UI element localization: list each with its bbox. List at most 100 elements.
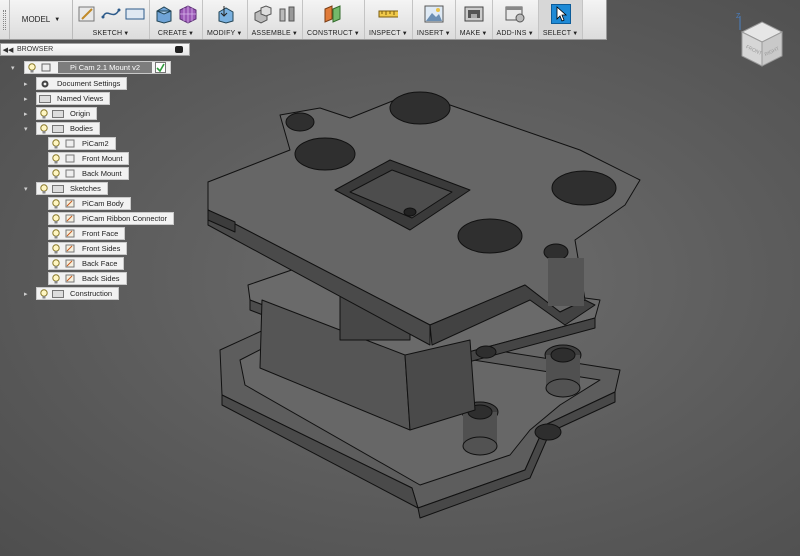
tree-item-label: Back Face: [82, 259, 118, 268]
group-label: MAKE: [459, 30, 481, 37]
view-cube[interactable]: Z FRONT RIGHT: [732, 10, 792, 72]
expand-arrow-icon[interactable]: ▾: [24, 125, 32, 133]
tree-item-sketch[interactable]: Back Face: [48, 257, 125, 270]
scripts-icon[interactable]: [505, 4, 525, 24]
group-label: CREATE: [157, 30, 187, 37]
browser-panel-header: ◀◀ BROWSER: [0, 43, 190, 56]
tree-item-label: Named Views: [57, 94, 104, 103]
lightbulb-icon[interactable]: [51, 273, 61, 284]
expand-arrow-icon[interactable]: ▾: [11, 64, 19, 72]
toolbar-group-make[interactable]: MAKE▼: [456, 0, 493, 39]
tree-item-origin[interactable]: ▸ Origin: [24, 107, 98, 120]
workspace-switcher[interactable]: MODEL ▼: [10, 0, 73, 39]
spline-icon[interactable]: [101, 4, 121, 24]
chevron-down-icon: ▼: [54, 16, 61, 23]
lightbulb-icon[interactable]: [39, 108, 49, 119]
folder-icon: [52, 184, 64, 193]
sketch-icon: [64, 214, 76, 223]
sketch-icon: [64, 199, 76, 208]
sketch-icon: [64, 259, 76, 268]
tree-item-label: Front Mount: [82, 154, 123, 163]
document-icon: [40, 63, 52, 72]
toolbar-group-add-ins[interactable]: ADD-INS▼: [493, 0, 539, 39]
expand-arrow-icon[interactable]: ▾: [24, 185, 32, 193]
tree-item-sketches[interactable]: ▾ Sketches: [24, 182, 108, 195]
lightbulb-icon[interactable]: [51, 243, 61, 254]
expand-arrow-icon[interactable]: ▸: [24, 290, 32, 298]
insert-image-icon[interactable]: [424, 4, 444, 24]
tree-item-label: Front Face: [82, 229, 119, 238]
tree-item-sketch[interactable]: Back Sides: [48, 272, 127, 285]
toolbar-group-inspect[interactable]: INSPECT▼: [365, 0, 413, 39]
lightbulb-icon[interactable]: [51, 198, 61, 209]
tree-item-front-mount[interactable]: Front Mount: [48, 152, 130, 165]
toolbar-group-select[interactable]: SELECT▼: [538, 0, 584, 39]
new-component-icon[interactable]: [253, 4, 273, 24]
create-sketch-icon[interactable]: [77, 4, 97, 24]
3d-print-icon[interactable]: [464, 4, 484, 24]
tree-root[interactable]: ▾ Pi Cam 2.1 Mount v2: [11, 61, 172, 74]
tree-item-label: Bodies: [70, 124, 93, 133]
press-pull-icon[interactable]: [215, 4, 235, 24]
joint-icon[interactable]: [277, 4, 297, 24]
folder-icon: [39, 94, 51, 103]
group-label: INSPECT: [368, 30, 401, 37]
pin-icon[interactable]: [175, 46, 183, 53]
folder-icon: [52, 289, 64, 298]
offset-plane-icon[interactable]: [323, 4, 343, 24]
select-cursor-icon[interactable]: [550, 4, 571, 24]
toolbar-group-sketch[interactable]: SKETCH▼: [73, 0, 150, 39]
form-icon[interactable]: [178, 4, 198, 24]
tree-item-label: Origin: [70, 109, 91, 118]
tree-item-label: Front Sides: [82, 244, 121, 253]
collapse-panel-icon[interactable]: ◀◀: [1, 46, 15, 54]
lightbulb-icon[interactable]: [27, 62, 37, 73]
rectangle-icon[interactable]: [125, 4, 145, 24]
tree-item-label: PiCam2: [82, 139, 109, 148]
tree-item-back-mount[interactable]: Back Mount: [48, 167, 129, 180]
main-toolbar: MODEL ▼ SKETCH▼ CREATE▼ MODIFY▼ ASSEMBLE…: [0, 0, 607, 40]
toolbar-group-modify[interactable]: MODIFY▼: [203, 0, 248, 39]
lightbulb-icon[interactable]: [51, 258, 61, 269]
activate-check-icon[interactable]: [155, 62, 167, 73]
tree-item-label: Construction: [70, 289, 113, 298]
tree-item-label: Document Settings: [57, 79, 121, 88]
toolbar-group-create[interactable]: CREATE▼: [150, 0, 203, 39]
tree-item-named-views[interactable]: ▸ Named Views: [24, 92, 111, 105]
lightbulb-icon[interactable]: [39, 183, 49, 194]
lightbulb-icon[interactable]: [51, 213, 61, 224]
tree-item-label: Sketches: [70, 184, 101, 193]
lightbulb-icon[interactable]: [39, 288, 49, 299]
tree-item-sketch[interactable]: Front Sides: [48, 242, 128, 255]
root-component-name: Pi Cam 2.1 Mount v2: [58, 62, 153, 73]
toolbar-grip[interactable]: [0, 0, 10, 39]
tree-item-sketch[interactable]: Front Face: [48, 227, 126, 240]
tree-item-picam2[interactable]: PiCam2: [48, 137, 116, 150]
tree-item-sketch[interactable]: PiCam Body: [48, 197, 131, 210]
group-label: MODIFY: [207, 30, 236, 37]
toolbar-group-construct[interactable]: CONSTRUCT▼: [303, 0, 365, 39]
lightbulb-icon[interactable]: [39, 123, 49, 134]
expand-arrow-icon[interactable]: ▸: [24, 80, 32, 88]
toolbar-group-assemble[interactable]: ASSEMBLE▼: [248, 0, 304, 39]
expand-arrow-icon[interactable]: ▸: [24, 95, 32, 103]
lightbulb-icon[interactable]: [51, 153, 61, 164]
extrude-icon[interactable]: [154, 4, 174, 24]
group-label: SKETCH: [92, 30, 123, 37]
toolbar-group-insert[interactable]: INSERT▼: [413, 0, 456, 39]
measure-icon[interactable]: [378, 4, 399, 24]
tree-item-bodies[interactable]: ▾ Bodies: [24, 122, 100, 135]
group-label: ADD-INS: [496, 30, 527, 37]
tree-item-construction[interactable]: ▸ Construction: [24, 287, 120, 300]
sketch-icon: [64, 244, 76, 253]
lightbulb-icon[interactable]: [51, 168, 61, 179]
tree-item-label: Back Mount: [82, 169, 122, 178]
folder-icon: [52, 124, 64, 133]
tree-item-sketch[interactable]: PiCam Ribbon Connector: [48, 212, 175, 225]
group-label: CONSTRUCT: [307, 30, 353, 37]
expand-arrow-icon[interactable]: ▸: [24, 110, 32, 118]
lightbulb-icon[interactable]: [51, 228, 61, 239]
group-label: ASSEMBLE: [251, 30, 291, 37]
tree-item-document-settings[interactable]: ▸ Document Settings: [24, 77, 128, 90]
lightbulb-icon[interactable]: [51, 138, 61, 149]
